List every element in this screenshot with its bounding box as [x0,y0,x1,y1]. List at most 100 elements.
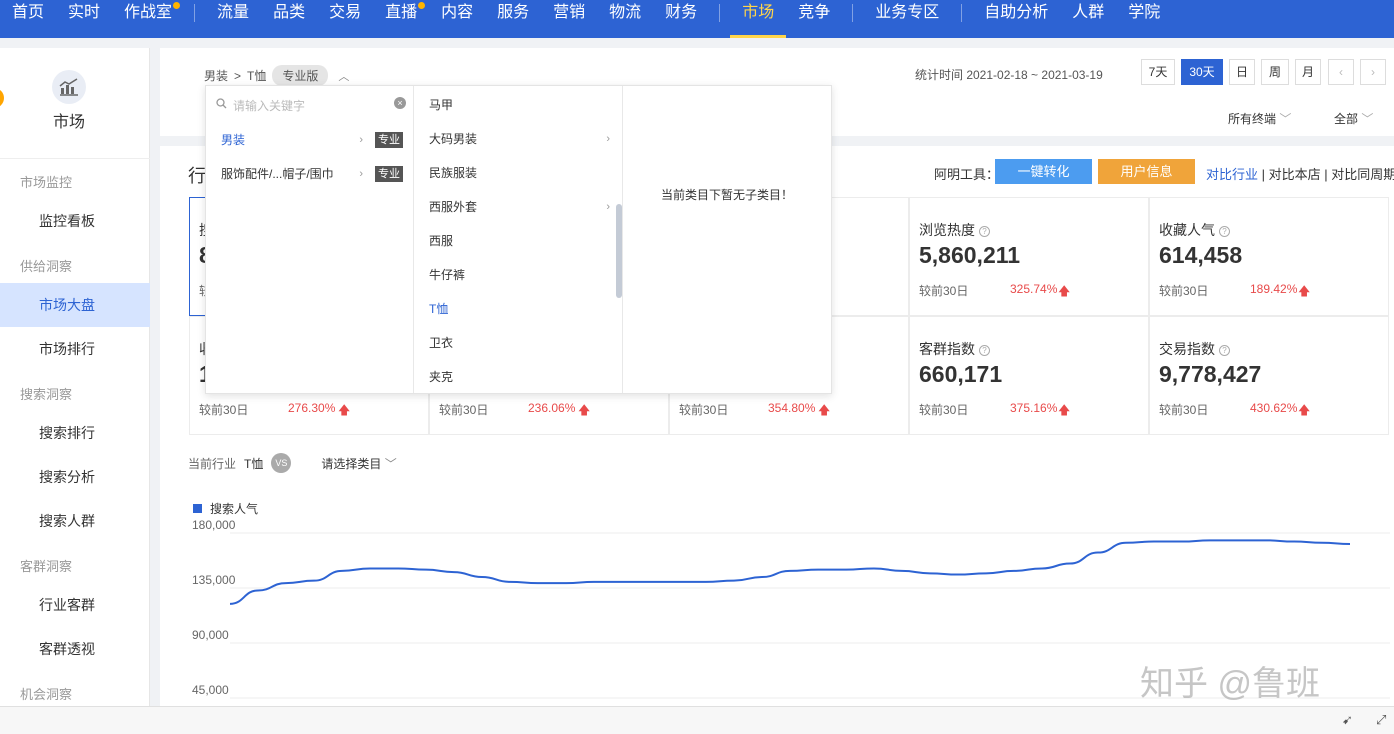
data-point[interactable] [312,579,316,583]
data-point[interactable] [592,580,596,584]
sidebar-item-search-analysis[interactable]: 搜索分析 [0,455,150,499]
dropdown-level2-item[interactable]: 西服外套 › [414,190,622,224]
chevron-left-icon[interactable]: ‹ [1328,59,1354,85]
category-select[interactable]: 请选择类目 ﹀ [321,455,396,472]
data-point[interactable] [788,569,792,573]
metric-card-customer-index[interactable]: 客群指数? 660,171 较前30日 375.16% 🡅 [909,316,1149,435]
data-point[interactable] [1152,540,1156,544]
nav-crowd[interactable]: 人群 [1060,0,1116,38]
data-point[interactable] [1292,540,1296,544]
data-point[interactable] [1096,551,1100,555]
range-7d-button[interactable]: 7天 [1141,59,1175,85]
data-point[interactable] [956,573,960,577]
sidebar-item-customer-insight[interactable]: 客群透视 [0,627,150,671]
data-point[interactable] [284,581,288,585]
dropdown-level2-item[interactable]: 民族服装 [414,156,622,190]
legend-label[interactable]: 搜索人气 [210,501,258,516]
nav-category[interactable]: 品类 [261,0,317,38]
nav-business-zone[interactable]: 业务专区 [863,0,951,38]
range-month-button[interactable]: 月 [1295,59,1321,85]
dropdown-level1-item[interactable]: 服饰配件/...帽子/围巾 › 专业 [206,157,413,191]
compare-period-link[interactable]: 对比同周期 [1331,167,1394,182]
data-point[interactable] [900,569,904,573]
data-point[interactable] [1348,542,1352,546]
sidebar-item-market-ranking[interactable]: 市场排行 [0,327,150,371]
data-point[interactable] [536,581,540,585]
data-point[interactable] [1264,538,1268,542]
data-point[interactable] [732,579,736,583]
data-point[interactable] [396,566,400,570]
compare-store-link[interactable]: 对比本店 [1269,167,1321,182]
data-point[interactable] [760,575,764,579]
data-point[interactable] [1180,540,1184,544]
nav-warroom[interactable]: 作战室 [112,0,184,38]
metric-card-favorite[interactable]: 收藏人气? 614,458 较前30日 189.42% 🡅 [1149,197,1389,316]
help-icon[interactable]: ? [979,225,990,237]
compare-industry-link[interactable]: 对比行业 [1206,167,1258,182]
nav-academy[interactable]: 学院 [1116,0,1172,38]
breadcrumb-subcategory[interactable]: T恤 [247,67,266,84]
data-point[interactable] [648,580,652,584]
dropdown-scrollbar[interactable] [616,204,622,298]
sidebar-item-monitor-board[interactable]: 监控看板 [0,199,150,243]
data-point[interactable] [704,580,708,584]
data-point[interactable] [928,571,932,575]
nav-trade[interactable]: 交易 [317,0,373,38]
nav-content[interactable]: 内容 [429,0,485,38]
dropdown-level2-item[interactable]: 卫衣 [414,326,622,360]
dropdown-level2-item[interactable]: 西服 [414,224,622,258]
nav-finance[interactable]: 财务 [653,0,709,38]
data-point[interactable] [340,569,344,573]
data-point[interactable] [256,588,260,592]
data-point[interactable] [620,580,624,584]
all-filter[interactable]: 全部 ﹀ [1334,110,1373,127]
dropdown-level2-item[interactable]: 夹克 [414,360,622,394]
help-icon[interactable]: ? [1219,344,1230,356]
nav-traffic[interactable]: 流量 [205,0,261,38]
data-point[interactable] [1068,562,1072,566]
breadcrumb-category[interactable]: 男装 [204,67,228,84]
data-point[interactable] [564,581,568,585]
user-info-button[interactable]: 用户信息 [1098,159,1195,184]
data-point[interactable] [984,571,988,575]
sidebar-item-market-overview[interactable]: 市场大盘 [0,283,150,327]
sidebar-item-industry-customer[interactable]: 行业客群 [0,583,150,627]
data-point[interactable] [424,568,428,572]
nav-market[interactable]: 市场 [730,0,787,38]
range-day-button[interactable]: 日 [1229,59,1255,85]
nav-logistics[interactable]: 物流 [597,0,653,38]
one-click-convert-button[interactable]: 一键转化 [995,159,1092,184]
dropdown-level1-item[interactable]: 男装 › 专业 [206,123,413,157]
chevron-right-icon[interactable]: › [1360,59,1386,85]
nav-service[interactable]: 服务 [485,0,541,38]
data-point[interactable] [508,580,512,584]
dropdown-level2-item-selected[interactable]: T恤 [414,292,622,326]
data-point[interactable] [1320,541,1324,545]
nav-competition[interactable]: 竞争 [786,0,842,38]
data-point[interactable] [480,575,484,579]
data-point[interactable] [228,602,232,606]
rocket-icon[interactable]: ➹ [1342,712,1353,728]
nav-self-analysis[interactable]: 自助分析 [972,0,1060,38]
terminal-filter[interactable]: 所有终端 ﹀ [1228,110,1291,127]
breadcrumb[interactable]: 男装 > T恤 专业版 ︿ [204,65,349,86]
dropdown-level2-item[interactable]: 马甲 [414,88,622,122]
sidebar-item-search-crowd[interactable]: 搜索人群 [0,499,150,543]
data-point[interactable] [1012,569,1016,573]
metric-card-trade-index[interactable]: 交易指数? 9,778,427 较前30日 430.62% 🡅 [1149,316,1389,435]
help-icon[interactable]: ? [1219,225,1230,237]
range-30d-button[interactable]: 30天 [1181,59,1223,85]
sidebar-item-search-ranking[interactable]: 搜索排行 [0,411,150,455]
nav-home[interactable]: 首页 [0,0,56,38]
data-point[interactable] [1236,538,1240,542]
range-week-button[interactable]: 周 [1261,59,1289,85]
data-point[interactable] [872,566,876,570]
data-point[interactable] [368,566,372,570]
nav-live[interactable]: 直播 [373,0,429,38]
data-point[interactable] [676,580,680,584]
dropdown-level2-item[interactable]: 牛仔裤 [414,258,622,292]
dropdown-search-input[interactable]: 请输入关键字 × [216,94,406,116]
data-point[interactable] [452,570,456,574]
help-icon[interactable]: ? [979,344,990,356]
data-point[interactable] [844,568,848,572]
